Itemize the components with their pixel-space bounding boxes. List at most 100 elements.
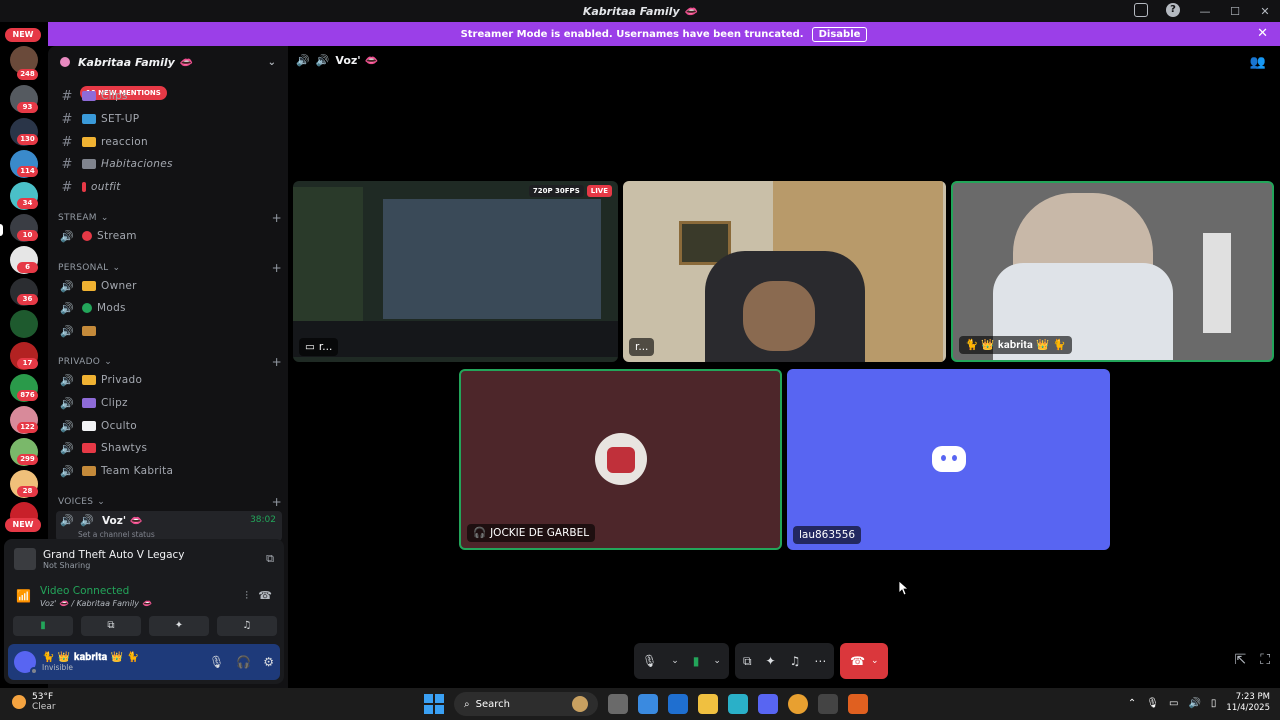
channel-clips[interactable]: # Clips <box>56 86 282 106</box>
category-privado[interactable]: PRIVADO ⌄ + <box>58 355 282 369</box>
voice-channel-owner[interactable]: 🔊 Owner <box>56 276 282 296</box>
soundboard-button[interactable]: ♫ <box>217 616 277 636</box>
weather-widget[interactable]: 53°F Clear <box>12 692 56 712</box>
chrome-icon[interactable] <box>788 694 808 714</box>
start-button[interactable] <box>424 694 444 714</box>
camera-tile[interactable]: r... <box>623 181 946 362</box>
task-view-icon[interactable] <box>608 694 628 714</box>
maximize-button[interactable]: ☐ <box>1220 5 1250 18</box>
battery-icon[interactable]: ▯ <box>1211 698 1217 709</box>
screen-share-icon[interactable]: ⧉ <box>743 654 752 669</box>
copilot-icon[interactable] <box>638 694 658 714</box>
hangup-button[interactable]: ☎ ⌄ <box>840 643 889 679</box>
voice-channel-shawtys[interactable]: 🔊 Shawtys <box>56 438 282 458</box>
microphone-icon[interactable]: 🎙 <box>642 654 657 668</box>
participant-name-tag: ▭ r... <box>299 338 339 356</box>
activities-icon[interactable]: ✦ <box>766 654 776 668</box>
outlook-icon[interactable] <box>668 694 688 714</box>
soundboard-icon[interactable]: ♫ <box>790 654 801 668</box>
category-stream[interactable]: STREAM ⌄ + <box>58 211 282 225</box>
active-voice-channel[interactable]: 🔊 🔊 Voz' 👄 38:02 Set a channel status <box>56 511 282 541</box>
camera-tile-speaking[interactable]: 🐈 👑 𝐤𝐚𝐛𝐫𝐢𝐭𝐚 👑 🐈 <box>951 181 1274 362</box>
stream-tile[interactable]: 720P 30FPS LIVE ▭ r... <box>293 181 618 362</box>
banner-message: Streamer Mode is enabled. Usernames have… <box>460 28 804 40</box>
avatar[interactable] <box>14 651 38 675</box>
user-area[interactable]: 🐈 👑 𝐤𝐚𝐛𝐫𝐢𝐭𝐚 👑 🐈 Invisible 🎙 🎧 ⚙ <box>8 644 280 680</box>
new-badge[interactable]: NEW <box>5 28 41 42</box>
popout-icon[interactable]: ⇱ <box>1234 652 1246 668</box>
chevron-down-icon[interactable]: ⌄ <box>671 656 679 666</box>
date: 11/4/2025 <box>1226 703 1270 713</box>
activities-button[interactable]: ✦ <box>149 616 209 636</box>
voice-location[interactable]: Voz' 👄 / Kabritaa Family 👄 <box>40 599 152 608</box>
camera-icon[interactable]: ▮ <box>693 654 700 668</box>
camera-button[interactable]: ▮ <box>13 616 73 636</box>
close-button[interactable]: ✕ <box>1250 5 1280 18</box>
new-badge[interactable]: NEW <box>5 518 41 532</box>
microphone-icon[interactable]: 🎙 <box>209 655 224 669</box>
voice-action-buttons: ▮ ⧉ ✦ ♫ <box>13 616 277 636</box>
add-channel-icon[interactable]: + <box>272 355 282 369</box>
channel-label: Clipz <box>101 397 128 409</box>
disable-streamer-mode-button[interactable]: Disable <box>811 26 868 42</box>
steam-icon[interactable] <box>818 694 838 714</box>
channel-reaccion[interactable]: # reaccion <box>56 132 282 152</box>
voice-channel-mods[interactable]: 🔊 Mods <box>56 298 282 318</box>
server-icon[interactable] <box>10 310 38 338</box>
file-explorer-icon[interactable] <box>698 694 718 714</box>
noise-suppression-icon[interactable]: ⫶ <box>245 589 248 603</box>
close-banner-icon[interactable]: ✕ <box>1257 26 1268 41</box>
microphone-icon[interactable]: 🎙 <box>1146 698 1159 709</box>
server-header[interactable]: Kabritaa Family 👄 ⌄ <box>48 46 288 78</box>
server-badge: 114 <box>17 166 38 177</box>
volume-icon[interactable]: 🔊 <box>1188 698 1200 709</box>
add-channel-icon[interactable]: + <box>272 261 282 275</box>
gear-icon[interactable]: ⚙ <box>263 655 274 669</box>
clock[interactable]: 7:23 PM 11/4/2025 <box>1226 692 1270 714</box>
headset-icon[interactable]: 🎧 <box>236 655 251 669</box>
chevron-down-icon[interactable]: ⌄ <box>871 656 879 666</box>
server-badge: 17 <box>17 358 38 369</box>
chevron-up-icon[interactable]: ⌃ <box>1128 698 1136 709</box>
channel-habitaciones[interactable]: # Habitaciones <box>56 154 282 174</box>
help-icon[interactable]: ? <box>1166 3 1180 17</box>
channel-status-hint[interactable]: Set a channel status <box>78 530 155 539</box>
server-badge: 876 <box>17 390 38 401</box>
channel-setup[interactable]: # SET-UP <box>56 109 282 129</box>
edge-icon[interactable] <box>728 694 748 714</box>
participant-name: 🐈 👑 𝐤𝐚𝐛𝐫𝐢𝐭𝐚 👑 🐈 <box>965 339 1066 351</box>
minimize-button[interactable]: — <box>1190 5 1220 18</box>
voice-channel-cat[interactable]: 🔊 <box>56 321 282 341</box>
channel-outfit[interactable]: # outfit <box>56 177 282 197</box>
chevron-down-icon[interactable]: ⌄ <box>713 656 721 666</box>
more-icon[interactable]: ⋯ <box>814 654 826 668</box>
search-box[interactable]: ⌕ Search <box>454 692 598 716</box>
speaker-icon: 🔊 <box>60 419 74 433</box>
bot-tile[interactable]: 🎧 JOCKIE DE GARBEL <box>459 369 782 550</box>
signal-icon[interactable]: 📶 <box>16 589 31 603</box>
add-channel-icon[interactable]: + <box>272 495 282 509</box>
voice-channel-oculto[interactable]: 🔊 Oculto <box>56 416 282 436</box>
network-icon[interactable]: ▭ <box>1169 698 1178 709</box>
members-icon[interactable]: 👥 <box>1250 55 1266 70</box>
add-channel-icon[interactable]: + <box>272 211 282 225</box>
channel-label: Oculto <box>101 420 137 432</box>
chevron-down-icon[interactable]: ⌄ <box>268 57 276 68</box>
cat-icon <box>82 466 96 476</box>
time: 7:23 PM <box>1235 692 1270 702</box>
voice-channel-privado[interactable]: 🔊 Privado <box>56 370 282 390</box>
voice-channel-team-kabrita[interactable]: 🔊 Team Kabrita <box>56 461 282 481</box>
voice-channel-clipz[interactable]: 🔊 Clipz <box>56 393 282 413</box>
screen-share-button[interactable]: ⧉ <box>81 616 141 636</box>
fullscreen-icon[interactable]: ⛶ <box>1260 652 1270 668</box>
category-voices[interactable]: VOICES ⌄ + <box>58 495 282 509</box>
category-personal[interactable]: PERSONAL ⌄ + <box>58 261 282 275</box>
inbox-icon[interactable] <box>1134 3 1148 17</box>
share-screen-icon[interactable]: ⧉ <box>266 552 274 566</box>
disconnect-icon[interactable]: ☎ <box>258 589 272 602</box>
user-tile[interactable]: lau863556 <box>787 369 1110 550</box>
discord-icon[interactable] <box>758 694 778 714</box>
voice-channel-stream[interactable]: 🔊 Stream <box>56 226 282 246</box>
app-icon[interactable] <box>848 694 868 714</box>
speaker-icon: 🔊 <box>60 514 74 527</box>
